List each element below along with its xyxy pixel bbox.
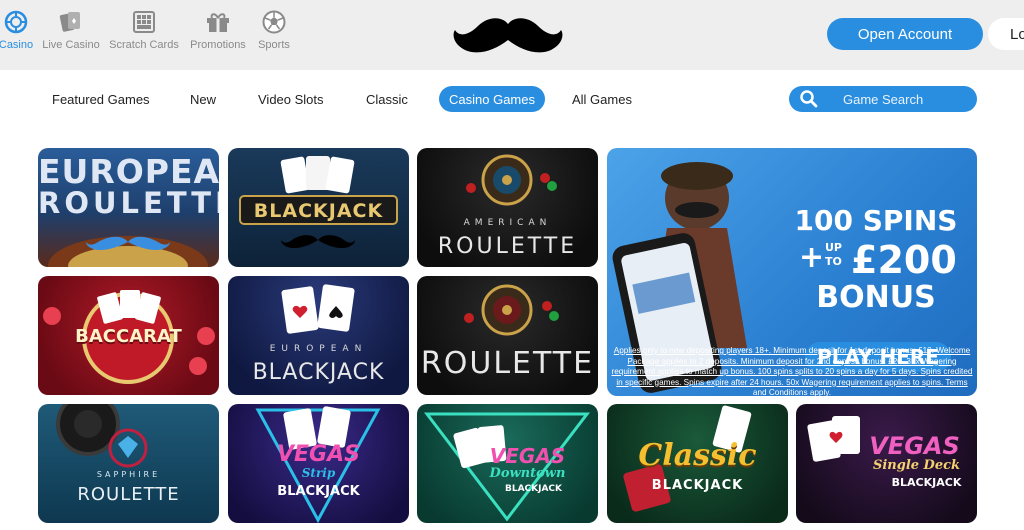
game-title: VEGAS [489,444,566,468]
nav-scratch-cards-label: Scratch Cards [109,39,179,51]
promo-plus: + [799,240,825,275]
roulette-chip-icon [3,10,29,34]
search-placeholder: Game Search [843,91,924,107]
game-title: Classic [638,438,757,473]
game-tile-blackjack[interactable]: BLACKJACK [228,148,409,267]
game-tile-sapphire-roulette[interactable]: SAPPHIRE ROULETTE [38,404,219,523]
game-title: AMERICAN [463,218,552,228]
nav-promotions-label: Promotions [190,39,246,51]
game-subtitle: Single Deck [872,458,961,473]
gift-icon [205,10,231,34]
game-tile-vegas-single-deck-blackjack[interactable]: VEGAS Single Deck BLACKJACK [796,404,977,523]
game-tile-vegas-downtown-blackjack[interactable]: VEGAS Downtown BLACKJACK [417,404,598,523]
open-account-button[interactable]: Open Account [827,18,983,50]
nav-sports[interactable]: Sports [256,10,292,54]
game-subtitle: Strip [301,466,336,480]
game-tile-american-roulette[interactable]: AMERICAN ROULETTE [417,148,598,267]
tab-video-slots[interactable]: Video Slots [258,86,324,112]
game-title: SAPPHIRE [96,470,161,479]
game-title: EUROPEAN [269,344,368,354]
scratch-card-icon [131,10,157,34]
game-tile-classic-blackjack[interactable]: Classic BLACKJACK [607,404,788,523]
game-variant: BLACKJACK [277,484,360,499]
tab-new[interactable]: New [190,86,216,112]
promo-terms-link[interactable]: Applies only to new depositing players 1… [609,346,975,399]
promo-to: TO [825,255,842,268]
game-tile-vegas-strip-blackjack[interactable]: VEGAS Strip BLACKJACK [228,404,409,523]
search-input[interactable]: Game Search [789,86,977,112]
game-variant: BLACKJACK [891,476,962,489]
game-subtitle: BLACKJACK [252,360,385,385]
game-subtitle: BLACKJACK [651,478,744,493]
promo-amount-row: + UP TO £200 [791,238,961,282]
promo-spins: 100 SPINS [794,204,958,237]
game-subtitle: Downtown [489,466,566,481]
tab-all-games[interactable]: All Games [572,86,632,112]
login-button[interactable]: Lo [988,18,1024,50]
nav-casino[interactable]: Casino [0,10,38,54]
game-subtitle: ROULETTE [77,484,180,505]
tab-casino-games[interactable]: Casino Games [439,86,545,112]
nav-sports-label: Sports [258,39,290,51]
search-icon [799,89,819,109]
promo-amount: £200 [851,238,957,282]
tab-featured-games[interactable]: Featured Games [52,86,150,112]
nav-live-casino[interactable]: Live Casino [42,10,100,54]
game-tile-roulette[interactable]: ROULETTE [417,276,598,395]
game-title: BLACKJACK [253,200,384,222]
game-tile-european-blackjack[interactable]: EUROPEAN BLACKJACK [228,276,409,395]
game-subtitle: ROULETTE [38,186,219,220]
game-subtitle: ROULETTE [437,234,578,259]
nav-promotions[interactable]: Promotions [188,10,248,54]
game-tile-european-roulette[interactable]: EUROPEAN ROULETTE [38,148,219,267]
promo-up: UP [825,241,842,254]
tab-classic[interactable]: Classic [366,86,408,112]
game-title: VEGAS [869,432,960,460]
game-title: BACCARAT [75,326,182,347]
football-icon [261,10,287,34]
moustache-logo[interactable] [452,14,564,54]
promo-bonus: BONUS [816,280,936,315]
game-title: VEGAS [277,442,360,467]
game-variant: BLACKJACK [504,484,563,494]
game-tile-baccarat[interactable]: BACCARAT [38,276,219,395]
game-title: ROULETTE [420,346,595,381]
cards-icon [58,10,84,34]
nav-scratch-cards[interactable]: Scratch Cards [108,10,180,54]
top-bar: Casino Live Casino Scratch Cards Promoti… [0,0,1024,70]
nav-casino-label: Casino [0,39,34,51]
nav-live-casino-label: Live Casino [42,39,100,51]
